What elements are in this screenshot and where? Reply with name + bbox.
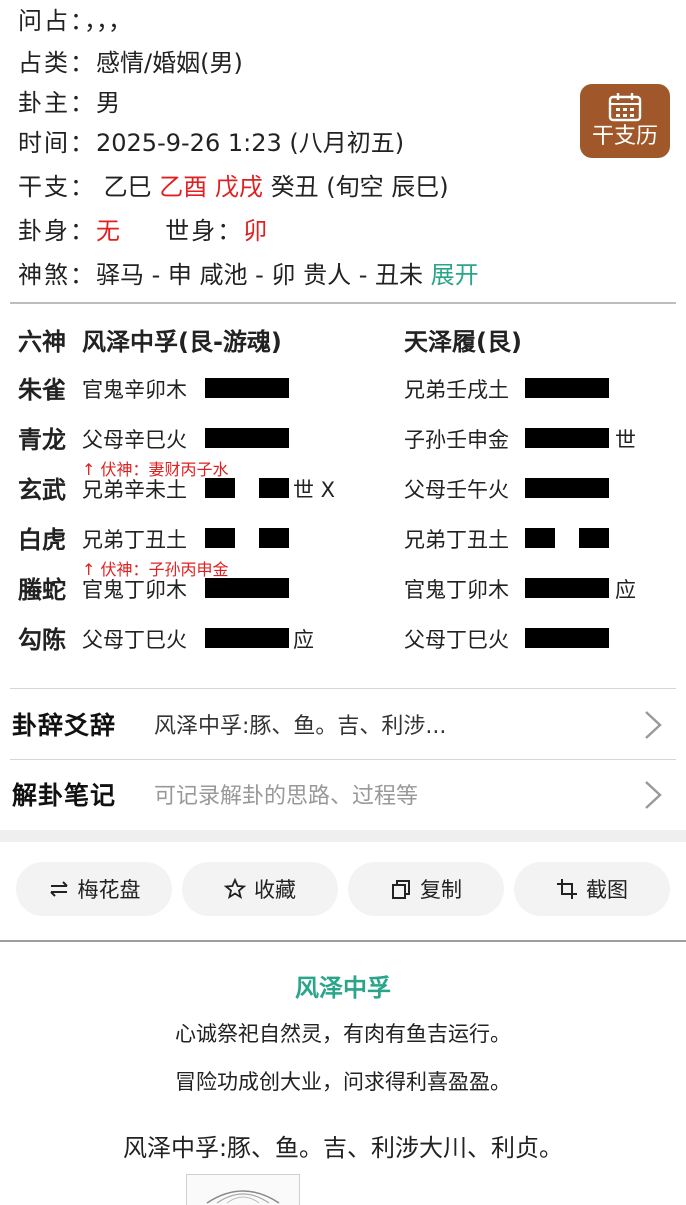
info-gua-zhu: 卦主：男 — [18, 89, 120, 117]
changed-yang-line — [525, 478, 609, 498]
changed-yao-label: 子孙壬申金 — [404, 428, 509, 452]
poem-line-1: 心诚祭祀自然灵，有肉有鱼吉运行。 — [175, 1022, 511, 1046]
hexagram-title: 风泽中孚 — [295, 974, 391, 1002]
main-yao-label: 父母辛巳火 — [82, 428, 187, 452]
liu-shen-header: 六神 — [18, 328, 66, 356]
gua-ci-row[interactable]: 卦辞爻辞 风泽中孚:豚、鱼。吉、利涉... — [0, 692, 686, 758]
swap-icon — [49, 881, 68, 897]
divider — [0, 940, 686, 942]
liu-shen: 玄武 — [18, 476, 66, 504]
info-zhan-lei: 占类：感情/婚姻(男) — [18, 49, 243, 77]
main-yao-label: 官鬼辛卯木 — [82, 378, 187, 402]
calendar-icon — [608, 93, 642, 122]
liu-shen: 朱雀 — [18, 376, 66, 404]
changed-yang-line — [525, 578, 609, 598]
liu-shen: 勾陈 — [18, 626, 66, 654]
changed-yao-label: 父母壬午火 — [404, 478, 509, 502]
changed-yang-line — [525, 378, 609, 398]
changed-yin-line-right — [579, 528, 609, 548]
divider — [10, 302, 676, 304]
main-yang-line — [205, 378, 289, 398]
info-gan-zhi: 干支： 乙巳 乙酉 戊戌 癸丑 (旬空 辰巳) — [18, 173, 449, 201]
main-yin-line-right — [259, 478, 289, 498]
info-wen-zhan: 问占：，，， — [18, 7, 132, 35]
favorite-button[interactable]: 收藏 — [182, 862, 338, 916]
section-separator — [0, 830, 686, 842]
changed-yao-mark: 世 — [615, 428, 636, 452]
main-yang-line — [205, 428, 289, 448]
changed-yao-label: 父母丁巳火 — [404, 628, 509, 652]
divider — [10, 688, 676, 689]
main-yang-line — [205, 578, 289, 598]
liu-shen: 白虎 — [18, 526, 66, 554]
main-yin-line-left — [205, 478, 235, 498]
crop-icon — [557, 879, 577, 899]
divider — [10, 759, 676, 760]
main-yao-mark: 世 X — [293, 478, 336, 502]
fushen-note: ↑ 伏神：子孙丙申金 — [82, 560, 229, 579]
liu-shen: 青龙 — [18, 426, 66, 454]
expand-link[interactable]: 展开 — [431, 261, 479, 289]
chevron-right-icon — [645, 781, 662, 809]
main-yin-line-left — [205, 528, 235, 548]
chevron-right-icon — [645, 711, 662, 739]
liu-shen: 螣蛇 — [18, 576, 66, 604]
changed-yang-line — [525, 428, 609, 448]
poem-line-2: 冒险功成创大业，问求得利喜盈盈。 — [175, 1070, 511, 1094]
main-yao-label: 兄弟丁丑土 — [82, 528, 187, 552]
changed-yao-mark: 应 — [615, 578, 636, 602]
main-yao-label: 父母丁巳火 — [82, 628, 187, 652]
changed-yin-line-left — [525, 528, 555, 548]
fushen-note: ↑ 伏神：妻财丙子水 — [82, 460, 229, 479]
star-icon — [224, 878, 246, 899]
main-hexagram-name: 风泽中孚(艮-游魂) — [82, 328, 282, 356]
hexagram-illustration — [186, 1174, 300, 1205]
illustration-image — [206, 1190, 280, 1204]
screenshot-button[interactable]: 截图 — [514, 862, 670, 916]
info-shi-jian: 时间：2025-9-26 1:23 (八月初五) — [18, 129, 405, 157]
main-yin-line-right — [259, 528, 289, 548]
notes-row[interactable]: 解卦笔记 可记录解卦的思路、过程等 — [0, 762, 686, 828]
changed-yang-line — [525, 628, 609, 648]
changed-hexagram-name: 天泽履(艮) — [404, 328, 522, 356]
ganzhi-calendar-button[interactable]: 干支历 — [580, 84, 670, 158]
copy-button[interactable]: 复制 — [348, 862, 504, 916]
copy-icon — [392, 880, 410, 899]
main-yao-mark: 应 — [293, 628, 314, 652]
info-shen-sha: 神煞：驿马 - 申 咸池 - 卯 贵人 - 丑未 展开 — [18, 261, 479, 289]
gua-ci-full: 风泽中孚:豚、鱼。吉、利涉大川、利贞。 — [122, 1134, 564, 1162]
meihua-button[interactable]: 梅花盘 — [16, 862, 172, 916]
info-gua-shen: 卦身：无 世身：卯 — [18, 217, 268, 245]
changed-yao-label: 兄弟壬戌土 — [404, 378, 509, 402]
changed-yao-label: 兄弟丁丑土 — [404, 528, 509, 552]
main-yang-line — [205, 628, 289, 648]
changed-yao-label: 官鬼丁卯木 — [404, 578, 509, 602]
